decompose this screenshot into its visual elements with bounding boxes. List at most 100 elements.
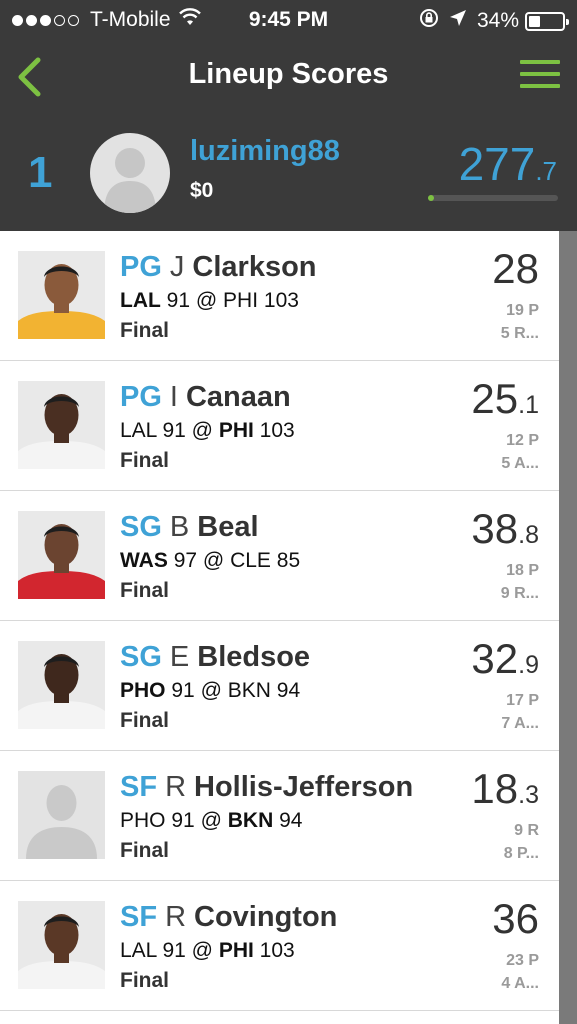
total-score-int: 277: [458, 138, 536, 190]
player-stat-secondary: 7 A...: [501, 715, 539, 732]
player-photo: [18, 641, 105, 729]
player-stat-primary: 23 P: [506, 952, 539, 969]
player-name-line: SG B Beal: [120, 511, 259, 544]
game-status: Final: [120, 839, 170, 862]
player-stat-primary: 17 P: [506, 692, 539, 709]
at-separator: @: [191, 419, 213, 442]
player-position: SG: [120, 511, 162, 543]
player-name-line: SF R Covington: [120, 901, 337, 934]
player-points: 36: [492, 895, 539, 943]
team-away: PHO: [120, 679, 166, 702]
team-away-score: 91: [166, 289, 191, 312]
team-away-score: 91: [162, 419, 186, 442]
progress-fill: [428, 195, 434, 201]
team-away-score: 91: [162, 939, 186, 962]
team-home: PHI: [218, 939, 254, 962]
player-row[interactable]: SG B Beal WAS 97 @ CLE 85 Final 38.8 18 P 9 R..…: [0, 491, 559, 621]
battery-percent: 34%: [476, 9, 519, 32]
menu-line: [520, 84, 560, 88]
player-row[interactable]: SF R Covington LAL 91 @ PHI 103 Final 36 23 P 4…: [0, 881, 559, 1011]
player-stat-secondary: 4 A...: [501, 975, 539, 992]
player-points: 28: [492, 245, 539, 293]
player-points-dec: .9: [518, 651, 539, 679]
team-home: BKN: [227, 679, 271, 702]
player-photo: [18, 901, 105, 989]
menu-line: [520, 72, 560, 76]
team-away: LAL: [120, 939, 157, 962]
game-score-line: PHO 91 @ BKN 94: [120, 809, 302, 833]
total-score: 277.7: [459, 137, 557, 191]
player-initial: J: [169, 251, 185, 283]
player-points-int: 28: [492, 245, 539, 292]
player-points-int: 18: [471, 765, 519, 812]
scrollbar[interactable]: [559, 231, 577, 1024]
player-stat-secondary: 9 R...: [500, 585, 539, 602]
game-status: Final: [120, 449, 170, 472]
player-photo: [18, 771, 105, 859]
player-row[interactable]: PG J Clarkson LAL 91 @ PHI 103 Final 28 19 P 5 …: [0, 231, 559, 361]
player-stat-primary: 9 R: [514, 822, 539, 839]
status-right: 34%: [419, 8, 569, 34]
player-last-name: Bledsoe: [197, 641, 311, 673]
user-rank: 1: [28, 148, 53, 197]
game-score-line: LAL 91 @ PHI 103: [120, 939, 295, 963]
team-home: BKN: [227, 809, 274, 832]
team-home: PHI: [223, 289, 259, 312]
team-home-score: 94: [276, 679, 301, 702]
player-row[interactable]: PG I Canaan LAL 91 @ PHI 103 Final 25.1 12 P 5 …: [0, 361, 559, 491]
player-initial: E: [169, 641, 190, 673]
player-position: SF: [120, 901, 158, 933]
player-photo: [18, 511, 105, 599]
battery-icon: [525, 11, 569, 31]
player-name-line: PG J Clarkson: [120, 251, 317, 284]
team-away-score: 91: [171, 809, 195, 832]
team-home-score: 103: [259, 939, 295, 962]
player-row[interactable]: SF R Hollis-Jefferson PHO 91 @ BKN 94 Final 1…: [0, 751, 559, 881]
player-stat-primary: 19 P: [506, 302, 539, 319]
user-winnings: $0: [190, 179, 214, 202]
player-stat-primary: 12 P: [506, 432, 539, 449]
header: T-Mobile 9:45 PM 34% Lineup Scores 1 luz…: [0, 0, 577, 231]
game-status: Final: [120, 579, 170, 602]
player-points-int: 25: [471, 375, 519, 422]
player-initial: R: [165, 901, 187, 933]
at-separator: @: [191, 939, 213, 962]
player-points-int: 38: [471, 505, 519, 552]
nav-bar: Lineup Scores: [0, 40, 577, 115]
at-separator: @: [200, 809, 222, 832]
team-home-score: 103: [259, 419, 295, 442]
username[interactable]: luziming88: [190, 135, 340, 168]
team-away: LAL: [120, 419, 157, 442]
status-bar: T-Mobile 9:45 PM 34%: [0, 0, 577, 40]
player-last-name: Covington: [194, 901, 338, 933]
player-points-int: 32: [471, 635, 519, 682]
hamburger-menu-icon[interactable]: [520, 60, 560, 92]
player-row[interactable]: SG E Bledsoe PHO 91 @ BKN 94 Final 32.9 17 P 7 …: [0, 621, 559, 751]
team-home-score: 94: [279, 809, 303, 832]
player-points-dec: .8: [518, 521, 539, 549]
total-score-dec: .7: [535, 156, 557, 186]
player-name-line: PG I Canaan: [120, 381, 291, 414]
player-position: SF: [120, 771, 158, 803]
user-summary: 1 luziming88 $0 277.7: [0, 115, 577, 231]
team-away: PHO: [120, 809, 166, 832]
player-points: 25.1: [471, 375, 539, 423]
player-position: SG: [120, 641, 162, 673]
player-last-name: Beal: [197, 511, 259, 543]
player-initial: I: [169, 381, 178, 413]
avatar[interactable]: [90, 133, 170, 213]
player-last-name: Hollis-Jefferson: [194, 771, 414, 803]
page-title: Lineup Scores: [188, 58, 389, 90]
battery-tip: [566, 18, 569, 25]
player-points: 38.8: [471, 505, 539, 553]
player-points-dec: .1: [518, 391, 539, 419]
team-home-score: 85: [276, 549, 301, 572]
team-away-score: 91: [171, 679, 195, 702]
player-last-name: Clarkson: [192, 251, 317, 283]
player-stat-secondary: 5 R...: [500, 325, 539, 342]
player-last-name: Canaan: [185, 381, 291, 413]
team-away-score: 97: [173, 549, 198, 572]
player-stat-secondary: 5 A...: [501, 455, 539, 472]
progress-bar: [428, 195, 558, 201]
player-points-dec: .3: [518, 781, 539, 809]
